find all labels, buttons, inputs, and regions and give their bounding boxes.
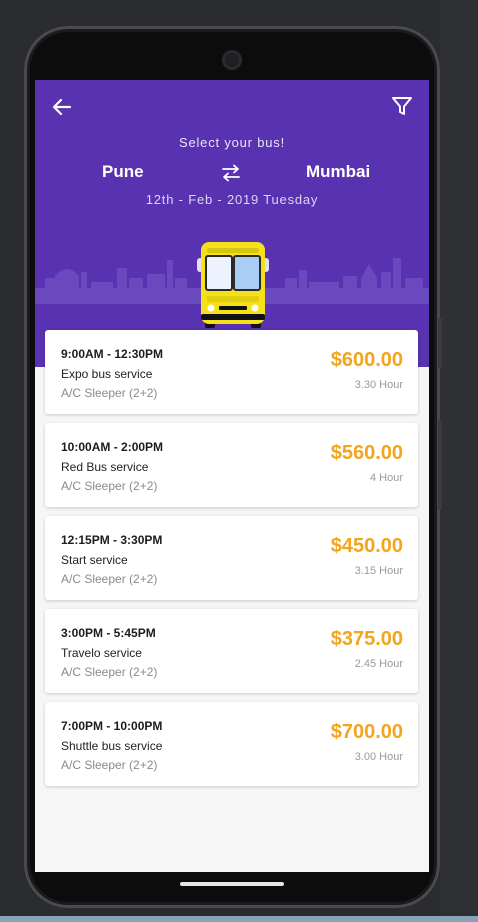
bus-time: 9:00AM - 12:30PM — [61, 347, 164, 361]
bus-seat-type: A/C Sleeper (2+2) — [61, 665, 158, 679]
filter-icon[interactable] — [391, 95, 413, 117]
bus-service-name: Red Bus service — [61, 460, 149, 474]
bus-seat-type: A/C Sleeper (2+2) — [61, 758, 158, 772]
bus-price: $560.00 — [330, 442, 403, 464]
to-city[interactable]: Mumbai — [306, 162, 370, 182]
bus-time: 12:15PM - 3:30PM — [61, 533, 163, 547]
bus-seat-type: A/C Sleeper (2+2) — [61, 386, 158, 400]
bus-seat-type: A/C Sleeper (2+2) — [61, 572, 158, 586]
background-panel — [440, 0, 478, 922]
bus-time: 7:00PM - 10:00PM — [61, 719, 163, 733]
bus-card[interactable]: 3:00PM - 5:45PM Travelo service A/C Sleepe… — [45, 609, 418, 693]
bus-card[interactable]: 10:00AM - 2:00PM Red Bus service A/C Sleep… — [45, 423, 418, 507]
bus-duration: 3.15 Hour — [354, 565, 403, 577]
bus-service-name: Shuttle bus service — [61, 739, 163, 753]
bus-price: $600.00 — [330, 349, 403, 371]
back-arrow-icon[interactable] — [51, 96, 73, 118]
bus-card[interactable]: 7:00PM - 10:00PM Shuttle bus service A/C S… — [45, 702, 418, 786]
bus-time: 3:00PM - 5:45PM — [61, 626, 156, 640]
bus-service-name: Start service — [61, 553, 128, 567]
front-camera — [222, 50, 242, 70]
background-strip — [0, 916, 478, 922]
bus-time: 10:00AM - 2:00PM — [61, 440, 164, 454]
phone-side-button — [438, 318, 442, 368]
travel-date: 12th - Feb - 2019 Tuesday — [145, 192, 319, 207]
swap-arrows-icon[interactable] — [220, 164, 242, 182]
home-indicator[interactable] — [180, 882, 284, 886]
bus-price: $450.00 — [330, 535, 403, 557]
header: Select your bus! Pune Mumbai 12th - Feb … — [35, 80, 429, 367]
phone-side-button — [438, 420, 442, 510]
bus-card[interactable]: 9:00AM - 12:30PM Expo bus service A/C Slee… — [45, 330, 418, 414]
bus-service-name: Expo bus service — [61, 367, 153, 381]
bus-duration: 3.00 Hour — [354, 751, 403, 763]
bus-price: $700.00 — [330, 721, 403, 743]
bus-duration: 2.45 Hour — [354, 658, 403, 670]
app-screen: Select your bus! Pune Mumbai 12th - Feb … — [35, 80, 429, 872]
bus-price: $375.00 — [330, 628, 403, 650]
bus-duration: 4 Hour — [369, 472, 403, 484]
bus-service-name: Travelo service — [61, 646, 142, 660]
bus-list: 9:00AM - 12:30PM Expo bus service A/C Slee… — [45, 330, 418, 795]
bus-duration: 3.30 Hour — [354, 379, 403, 391]
from-city[interactable]: Pune — [102, 162, 144, 182]
page-subtitle: Select your bus! — [178, 135, 285, 150]
bus-seat-type: A/C Sleeper (2+2) — [61, 479, 158, 493]
bus-illustration — [197, 242, 269, 328]
bus-card[interactable]: 12:15PM - 3:30PM Start service A/C Sleeper… — [45, 516, 418, 600]
